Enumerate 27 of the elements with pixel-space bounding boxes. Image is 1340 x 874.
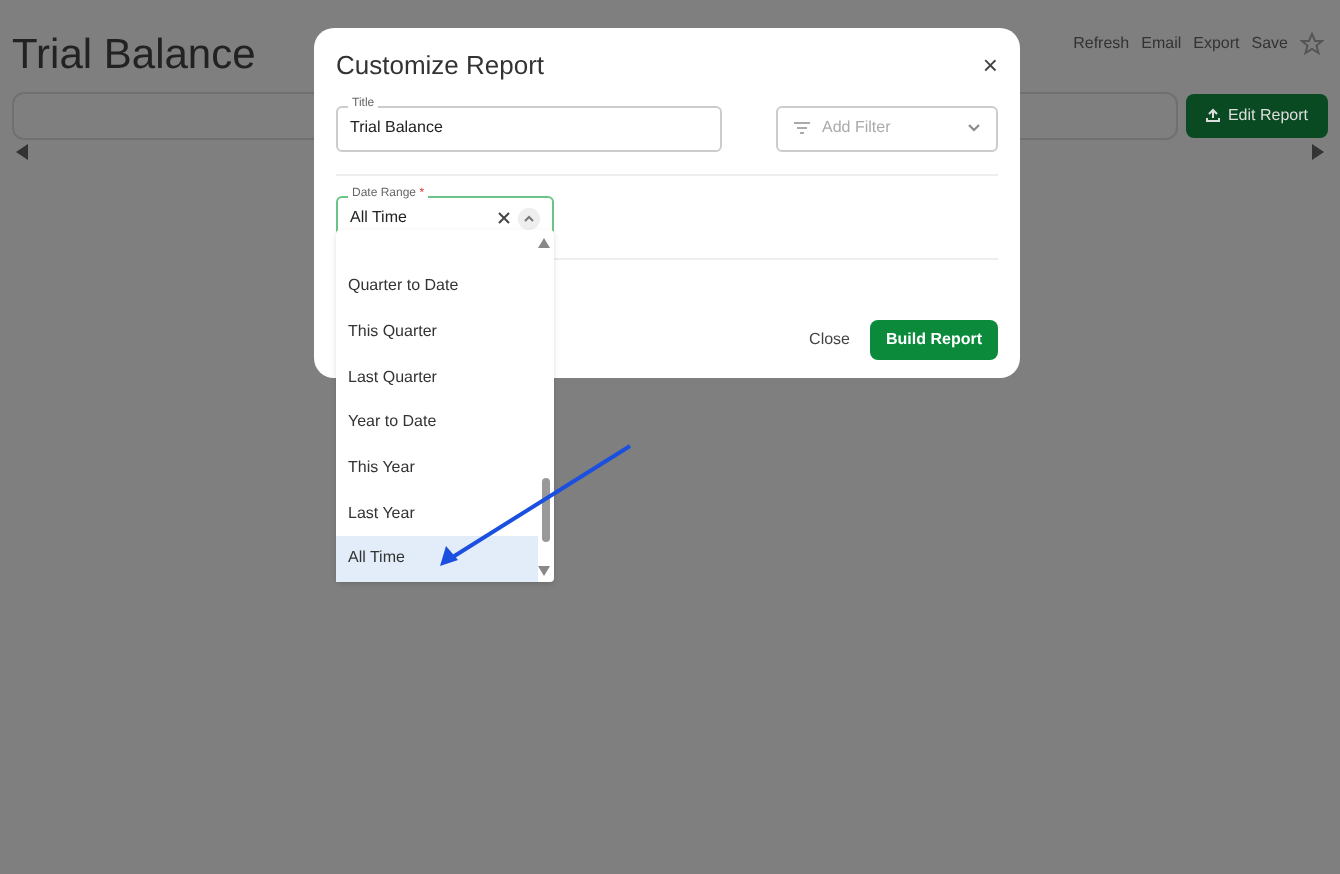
dialog-title: Customize Report xyxy=(336,48,545,84)
upload-icon xyxy=(1205,108,1220,122)
close-button[interactable]: Close xyxy=(805,327,854,351)
clear-icon[interactable] xyxy=(498,212,510,224)
field-value: Trial Balance xyxy=(350,116,443,140)
chevron-up-icon[interactable] xyxy=(518,207,540,229)
filter-icon xyxy=(794,122,810,134)
dropdown-option[interactable]: This Year xyxy=(336,445,538,491)
dropdown-option[interactable]: Quarter to Date xyxy=(336,264,538,310)
dropdown-option[interactable]: Last Quarter xyxy=(336,354,538,401)
field-value: All Time xyxy=(350,206,409,230)
scroll-left-icon[interactable] xyxy=(16,143,28,159)
scroll-up-icon[interactable] xyxy=(538,238,550,248)
filter-placeholder: Add Filter xyxy=(822,116,893,140)
dropdown-option[interactable]: All Time xyxy=(336,536,538,582)
scroll-down-icon[interactable] xyxy=(538,566,550,576)
edit-report-button[interactable]: Edit Report xyxy=(1185,93,1328,137)
dropdown-option[interactable]: This Quarter xyxy=(336,309,538,355)
chevron-down-icon xyxy=(968,124,980,132)
close-button[interactable]: × xyxy=(982,52,998,79)
scrollbar-thumb[interactable] xyxy=(542,478,550,542)
scroll-right-icon[interactable] xyxy=(1312,143,1324,159)
star-icon[interactable] xyxy=(1300,32,1324,56)
dropdown-option[interactable]: Year to Date xyxy=(336,400,538,446)
page-title: Trial Balance xyxy=(12,30,256,82)
build-report-button[interactable]: Build Report xyxy=(870,319,998,359)
dropdown-option[interactable]: Last Year xyxy=(336,490,538,537)
